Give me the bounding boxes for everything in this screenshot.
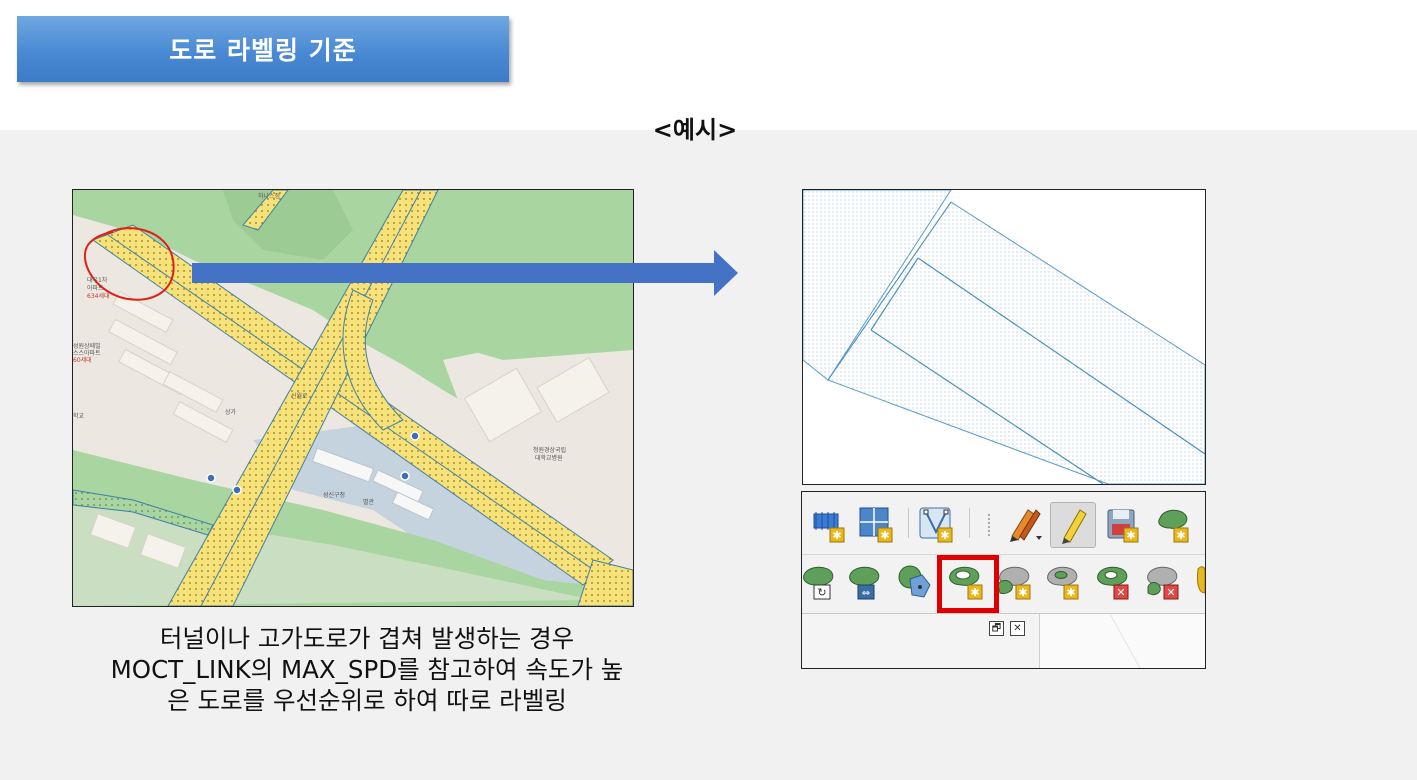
vertex-tool-icon[interactable]: ✱ xyxy=(918,506,956,544)
svg-text:✱: ✱ xyxy=(940,529,949,542)
editing-toolbar-screenshot: ✱ ✱ ✱ ✱ ✱ ↻ ⇔ ✱ ✱ ✱ ✕ ✕ 🗗 ✕ xyxy=(801,491,1206,669)
grid-snap-icon[interactable]: ✱ xyxy=(810,506,848,544)
move-feature-icon[interactable]: ⇔ xyxy=(846,563,884,601)
map-canvas-edge xyxy=(1039,613,1205,668)
edit-pencils-icon[interactable] xyxy=(1006,506,1044,544)
map-label: 대우1차 xyxy=(87,276,108,284)
map-label: 하나스정 xyxy=(258,192,280,200)
map-label: 대학교병원 xyxy=(535,454,563,462)
svg-text:✱: ✱ xyxy=(1176,529,1185,542)
svg-text:✱: ✱ xyxy=(880,529,889,542)
map-label: 아파트 xyxy=(87,284,104,292)
map-label: 학교 xyxy=(73,412,85,420)
delete-ring-icon[interactable]: ✕ xyxy=(1096,563,1134,601)
toggle-editing-icon[interactable] xyxy=(1054,506,1092,544)
panel-close-button[interactable]: ✕ xyxy=(1010,621,1025,636)
node-feature-icon[interactable] xyxy=(896,563,934,601)
delete-part-icon[interactable]: ✕ xyxy=(1146,563,1184,601)
map-label: 성원상떼빌 xyxy=(73,342,101,350)
svg-text:↻: ↻ xyxy=(817,586,826,599)
toolbar-separator xyxy=(908,508,909,538)
save-edits-icon[interactable]: ✱ xyxy=(1104,506,1142,544)
toolbar-grip xyxy=(988,514,994,536)
svg-text:✱: ✱ xyxy=(1018,586,1027,599)
svg-text:⇔: ⇔ xyxy=(862,588,870,599)
svg-text:✕: ✕ xyxy=(1166,586,1175,599)
split-features-icon[interactable]: ✱ xyxy=(858,506,896,544)
add-part-icon[interactable]: ✱ xyxy=(1046,563,1084,601)
map-label: 스스아파트 xyxy=(73,349,101,357)
panel-restore-button[interactable]: 🗗 xyxy=(989,621,1004,636)
map-label: 성신구청 xyxy=(323,491,345,499)
overflow-tool-icon[interactable] xyxy=(1194,563,1205,601)
svg-text:✕: ✕ xyxy=(1116,586,1125,599)
rotate-feature-icon[interactable]: ↻ xyxy=(802,563,840,601)
caption-text: 터널이나 고가도로가 겹쳐 발생하는 경우 MOCT_LINK의 MAX_SPD… xyxy=(110,624,624,715)
svg-text:✱: ✱ xyxy=(1126,529,1135,542)
map-label: 60세대 xyxy=(73,356,92,364)
toolbar-row-1: ✱ ✱ ✱ ✱ ✱ xyxy=(802,492,1205,555)
toolbar-row-2: ↻ ⇔ ✱ ✱ ✱ ✕ ✕ xyxy=(802,555,1205,614)
svg-text:✱: ✱ xyxy=(832,529,841,542)
road-detail-view xyxy=(802,189,1206,485)
map-label: 별관 xyxy=(363,498,375,506)
highlight-box xyxy=(937,555,999,613)
map-label: 634세대 xyxy=(87,292,110,300)
svg-text:✱: ✱ xyxy=(1066,586,1075,599)
map-label: 신월로 xyxy=(291,392,308,400)
page-title-banner: 도로 라벨링 기준 xyxy=(17,16,509,82)
example-label: <예시> xyxy=(652,116,738,144)
map-label: 상가 xyxy=(225,408,237,416)
fill-ring-icon[interactable]: ✱ xyxy=(996,563,1034,601)
page-title: 도로 라벨링 기준 xyxy=(169,36,357,65)
map-label: 청원경상국립 xyxy=(533,446,566,454)
panel-area: 🗗 ✕ xyxy=(802,613,1205,668)
right-arrow-icon xyxy=(192,250,738,296)
road-detail-canvas xyxy=(803,190,1205,484)
add-polygon-icon[interactable]: ✱ xyxy=(1154,506,1192,544)
toolbar-separator xyxy=(969,508,970,538)
